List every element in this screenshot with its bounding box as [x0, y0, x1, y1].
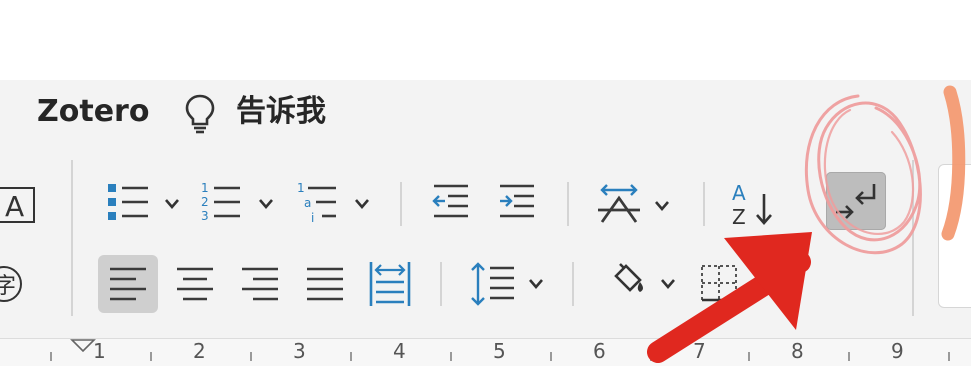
bullets-button[interactable]	[104, 180, 186, 224]
svg-text:i: i	[311, 211, 314, 224]
align-right-button[interactable]	[239, 262, 281, 306]
borders-button[interactable]	[698, 262, 742, 304]
align-center-icon	[177, 267, 213, 301]
svg-text:Z: Z	[732, 205, 746, 228]
ruler-number: 6	[593, 339, 606, 363]
align-left-icon	[110, 267, 146, 301]
ruler-tick	[948, 352, 950, 361]
justify-button[interactable]	[304, 262, 346, 306]
shading-button[interactable]	[604, 260, 684, 306]
text-direction-button[interactable]	[594, 180, 678, 226]
line-spacing-icon	[471, 262, 543, 306]
ruler-number: 2	[193, 339, 206, 363]
line-spacing-button[interactable]	[468, 260, 550, 308]
horizontal-ruler[interactable]	[0, 338, 971, 366]
justify-icon	[307, 267, 343, 301]
styles-gallery[interactable]	[938, 164, 971, 308]
svg-text:3: 3	[201, 209, 209, 223]
decrease-indent-button[interactable]	[430, 182, 472, 222]
show-formatting-marks-icon	[836, 184, 876, 219]
sort-icon: A Z	[732, 181, 772, 228]
lightbulb-icon[interactable]	[181, 92, 219, 134]
distributed-button[interactable]	[368, 260, 412, 308]
ruler-tick	[550, 352, 552, 361]
numbering-icon: 1 2 3	[201, 181, 273, 223]
increase-indent-button[interactable]	[496, 182, 538, 222]
ruler-number: 5	[493, 339, 506, 363]
borders-icon	[701, 265, 737, 302]
increase-indent-icon	[500, 184, 534, 218]
character-border-label: A	[5, 190, 24, 223]
decrease-indent-icon	[432, 184, 468, 218]
sort-button[interactable]: A Z	[728, 180, 778, 228]
ruler-tick	[150, 352, 152, 361]
ruler-tick	[350, 352, 352, 361]
ruler-number: 1	[93, 339, 106, 363]
group-separator	[440, 262, 442, 306]
ruler-tick	[250, 352, 252, 361]
svg-text:A: A	[732, 181, 746, 205]
numbering-button[interactable]: 1 2 3	[198, 180, 280, 224]
shading-icon	[614, 263, 675, 292]
ruler-number: 7	[693, 339, 706, 363]
group-separator	[572, 262, 574, 306]
ruler-tick	[50, 352, 52, 361]
ruler-number: 8	[791, 339, 804, 363]
ruler-number: 3	[293, 339, 306, 363]
bullets-icon	[108, 184, 179, 220]
phonetic-guide-button[interactable]: 字	[0, 264, 26, 304]
phonetic-guide-label: 字	[0, 274, 16, 299]
ruler-tick	[748, 352, 750, 361]
group-separator	[567, 182, 569, 226]
align-right-icon	[242, 267, 278, 301]
ruler-tick	[650, 352, 652, 361]
svg-text:1: 1	[297, 181, 305, 195]
multilevel-list-button[interactable]: 1 a i	[294, 180, 376, 224]
ruler-tick	[450, 352, 452, 361]
multilevel-list-icon: 1 a i	[297, 181, 369, 224]
group-separator	[71, 160, 73, 316]
show-formatting-marks-button[interactable]	[826, 172, 886, 230]
align-center-button[interactable]	[174, 262, 216, 306]
group-separator	[400, 182, 402, 226]
align-left-button[interactable]	[98, 255, 158, 313]
svg-text:a: a	[304, 196, 311, 210]
ruler-tick	[848, 352, 850, 361]
tell-me-search[interactable]: 告诉我	[236, 94, 326, 130]
ruler-number: 4	[393, 339, 406, 363]
character-border-button[interactable]: A	[0, 186, 38, 224]
distributed-icon	[369, 262, 411, 306]
group-separator	[912, 160, 914, 316]
ruler-number: 9	[891, 339, 904, 363]
menu-zotero[interactable]: Zotero	[37, 94, 149, 130]
svg-text:2: 2	[201, 195, 209, 209]
group-separator	[703, 182, 705, 226]
text-direction-icon	[598, 184, 669, 223]
svg-text:1: 1	[201, 181, 209, 195]
